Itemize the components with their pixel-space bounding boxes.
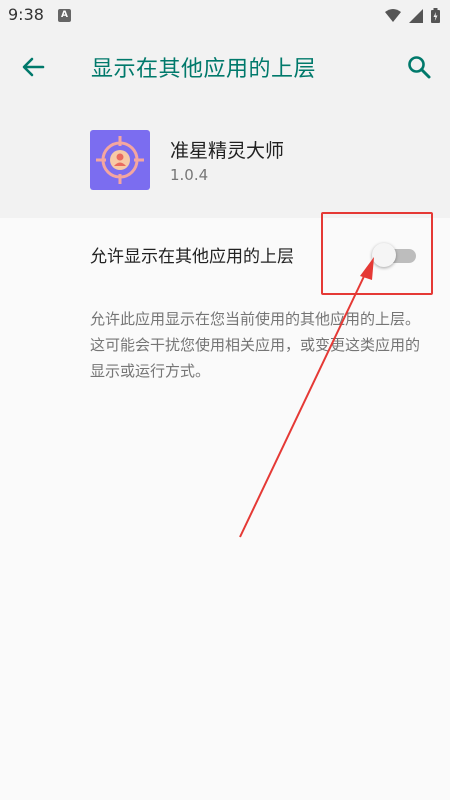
battery-icon: [431, 8, 440, 23]
signal-icon: [409, 8, 423, 23]
wifi-icon: [385, 8, 401, 22]
back-button[interactable]: [18, 52, 48, 82]
app-version: 1.0.4: [170, 166, 209, 184]
arrow-left-icon: [22, 57, 45, 77]
status-bar: 9:38 A: [0, 0, 450, 32]
search-icon: [408, 56, 431, 79]
preference-summary: 允许此应用显示在您当前使用的其他应用的上层。这可能会干扰您使用相关应用，或变更这…: [90, 310, 421, 380]
status-time: 9:38: [8, 5, 44, 24]
status-icons: [385, 8, 440, 23]
app-bar: 显示在其他应用的上层: [0, 32, 450, 100]
app-header: 准星精灵大师 1.0.4: [0, 100, 450, 218]
notification-badge: A: [58, 9, 71, 22]
app-name: 准星精灵大师: [170, 140, 285, 162]
search-button[interactable]: [404, 52, 434, 82]
annotation-highlight-box: [321, 212, 433, 295]
app-icon: [90, 130, 150, 190]
preference-title: 允许显示在其他应用的上层: [90, 247, 294, 267]
page-title: 显示在其他应用的上层: [91, 57, 317, 82]
crosshair-icon: [96, 136, 144, 184]
